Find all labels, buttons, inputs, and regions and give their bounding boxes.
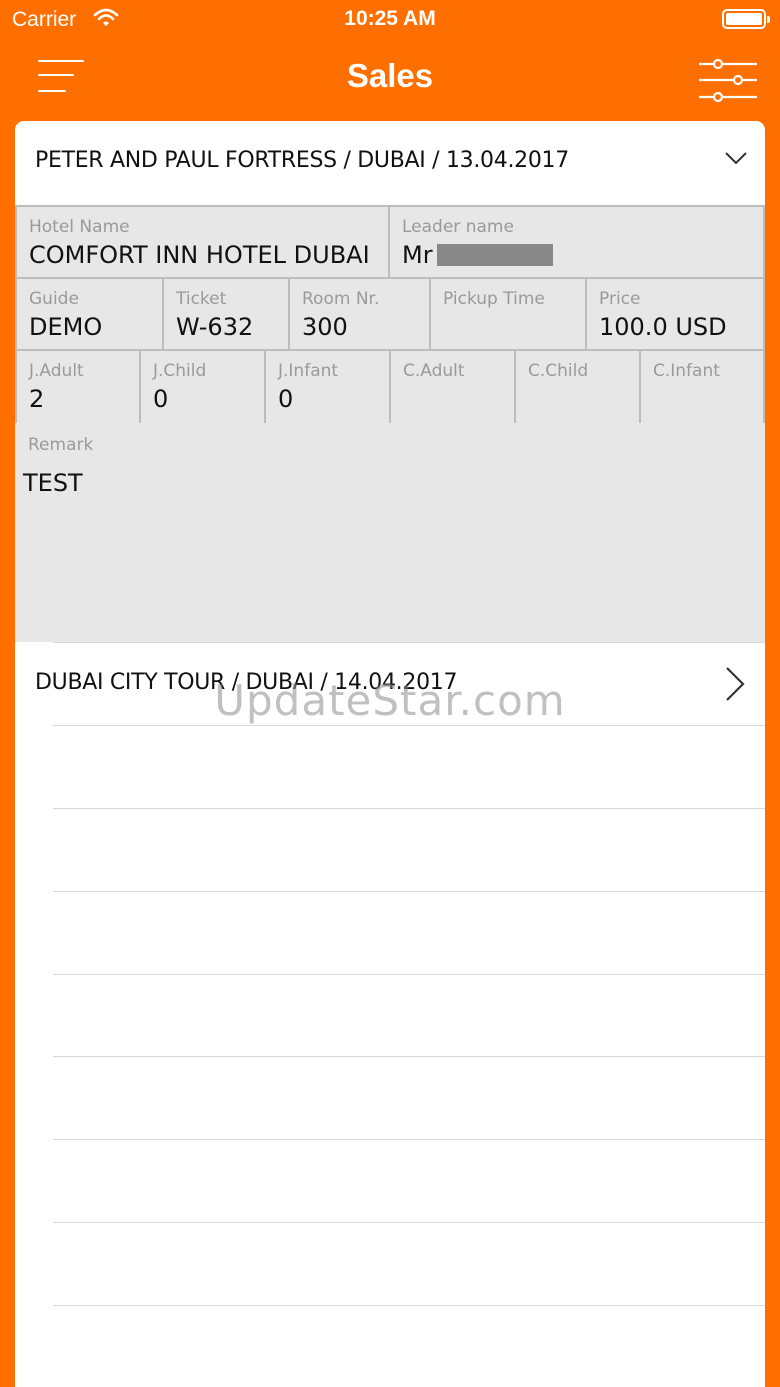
- c-adult-field: C.Adult: [389, 349, 516, 425]
- row-divider: [53, 1305, 765, 1306]
- price-value: 100.0 USD: [599, 313, 727, 341]
- pickup-time-field: Pickup Time: [429, 277, 587, 351]
- tour-row-expanded[interactable]: PETER AND PAUL FORTRESS / DUBAI / 13.04.…: [15, 121, 765, 205]
- hotel-name-value: COMFORT INN HOTEL DUBAI: [29, 241, 370, 269]
- leader-name-label: Leader name: [402, 217, 514, 237]
- c-infant-label: C.Infant: [653, 361, 720, 381]
- j-infant-label: J.Infant: [278, 361, 339, 381]
- tour-row[interactable]: DUBAI CITY TOUR / DUBAI / 14.04.2017: [15, 642, 765, 725]
- row-divider: [53, 1222, 765, 1223]
- price-label: Price: [599, 289, 641, 309]
- tour-details-grid: Hotel Name COMFORT INN HOTEL DUBAI Leade…: [15, 205, 765, 642]
- j-infant-value: 0: [278, 385, 294, 413]
- j-adult-value: 2: [29, 385, 45, 413]
- c-adult-label: C.Adult: [403, 361, 465, 381]
- row-divider: [53, 808, 765, 809]
- page-title: Sales: [346, 57, 434, 94]
- redacted-name: [436, 244, 553, 266]
- guide-field: Guide DEMO: [15, 277, 164, 351]
- ticket-label: Ticket: [176, 289, 227, 309]
- row-divider: [53, 1056, 765, 1057]
- j-adult-field: J.Adult 2: [15, 349, 141, 425]
- nav-bar: Sales: [0, 40, 780, 120]
- chevron-down-icon[interactable]: [725, 151, 747, 170]
- leader-name-field: Leader name Mr: [388, 205, 765, 279]
- remark-field: Remark TEST: [15, 423, 765, 642]
- pickup-time-label: Pickup Time: [443, 289, 545, 309]
- j-child-value: 0: [153, 385, 169, 413]
- leader-name-value: Mr: [402, 241, 553, 269]
- j-adult-label: J.Adult: [29, 361, 84, 381]
- j-infant-field: J.Infant 0: [264, 349, 391, 425]
- tour-title: DUBAI CITY TOUR / DUBAI / 14.04.2017: [35, 670, 458, 695]
- room-nr-label: Room Nr.: [302, 289, 380, 309]
- room-nr-field: Room Nr. 300: [288, 277, 431, 351]
- row-divider: [53, 725, 765, 726]
- room-nr-value: 300: [302, 313, 348, 341]
- ticket-field: Ticket W-632: [162, 277, 290, 351]
- battery-icon: [722, 9, 770, 29]
- remark-label: Remark: [28, 435, 94, 455]
- hotel-name-label: Hotel Name: [29, 217, 130, 237]
- guide-label: Guide: [29, 289, 79, 309]
- c-infant-field: C.Infant: [639, 349, 765, 425]
- tour-title: PETER AND PAUL FORTRESS / DUBAI / 13.04.…: [35, 148, 569, 173]
- filter-sliders-icon[interactable]: [696, 58, 760, 106]
- clock: 10:25 AM: [344, 7, 436, 30]
- j-child-field: J.Child 0: [139, 349, 266, 425]
- row-divider: [53, 891, 765, 892]
- remark-value: TEST: [23, 469, 83, 497]
- c-child-field: C.Child: [514, 349, 641, 425]
- row-divider: [53, 974, 765, 975]
- status-bar: Carrier 10:25 AM: [0, 0, 780, 40]
- chevron-right-icon[interactable]: [723, 664, 747, 709]
- row-divider: [53, 642, 765, 643]
- ticket-value: W-632: [176, 313, 254, 341]
- row-divider: [53, 1139, 765, 1140]
- j-child-label: J.Child: [153, 361, 207, 381]
- c-child-label: C.Child: [528, 361, 589, 381]
- sales-list-panel: PETER AND PAUL FORTRESS / DUBAI / 13.04.…: [15, 121, 765, 1387]
- hotel-name-field: Hotel Name COMFORT INN HOTEL DUBAI: [15, 205, 390, 279]
- price-field: Price 100.0 USD: [585, 277, 765, 351]
- guide-value: DEMO: [29, 313, 103, 341]
